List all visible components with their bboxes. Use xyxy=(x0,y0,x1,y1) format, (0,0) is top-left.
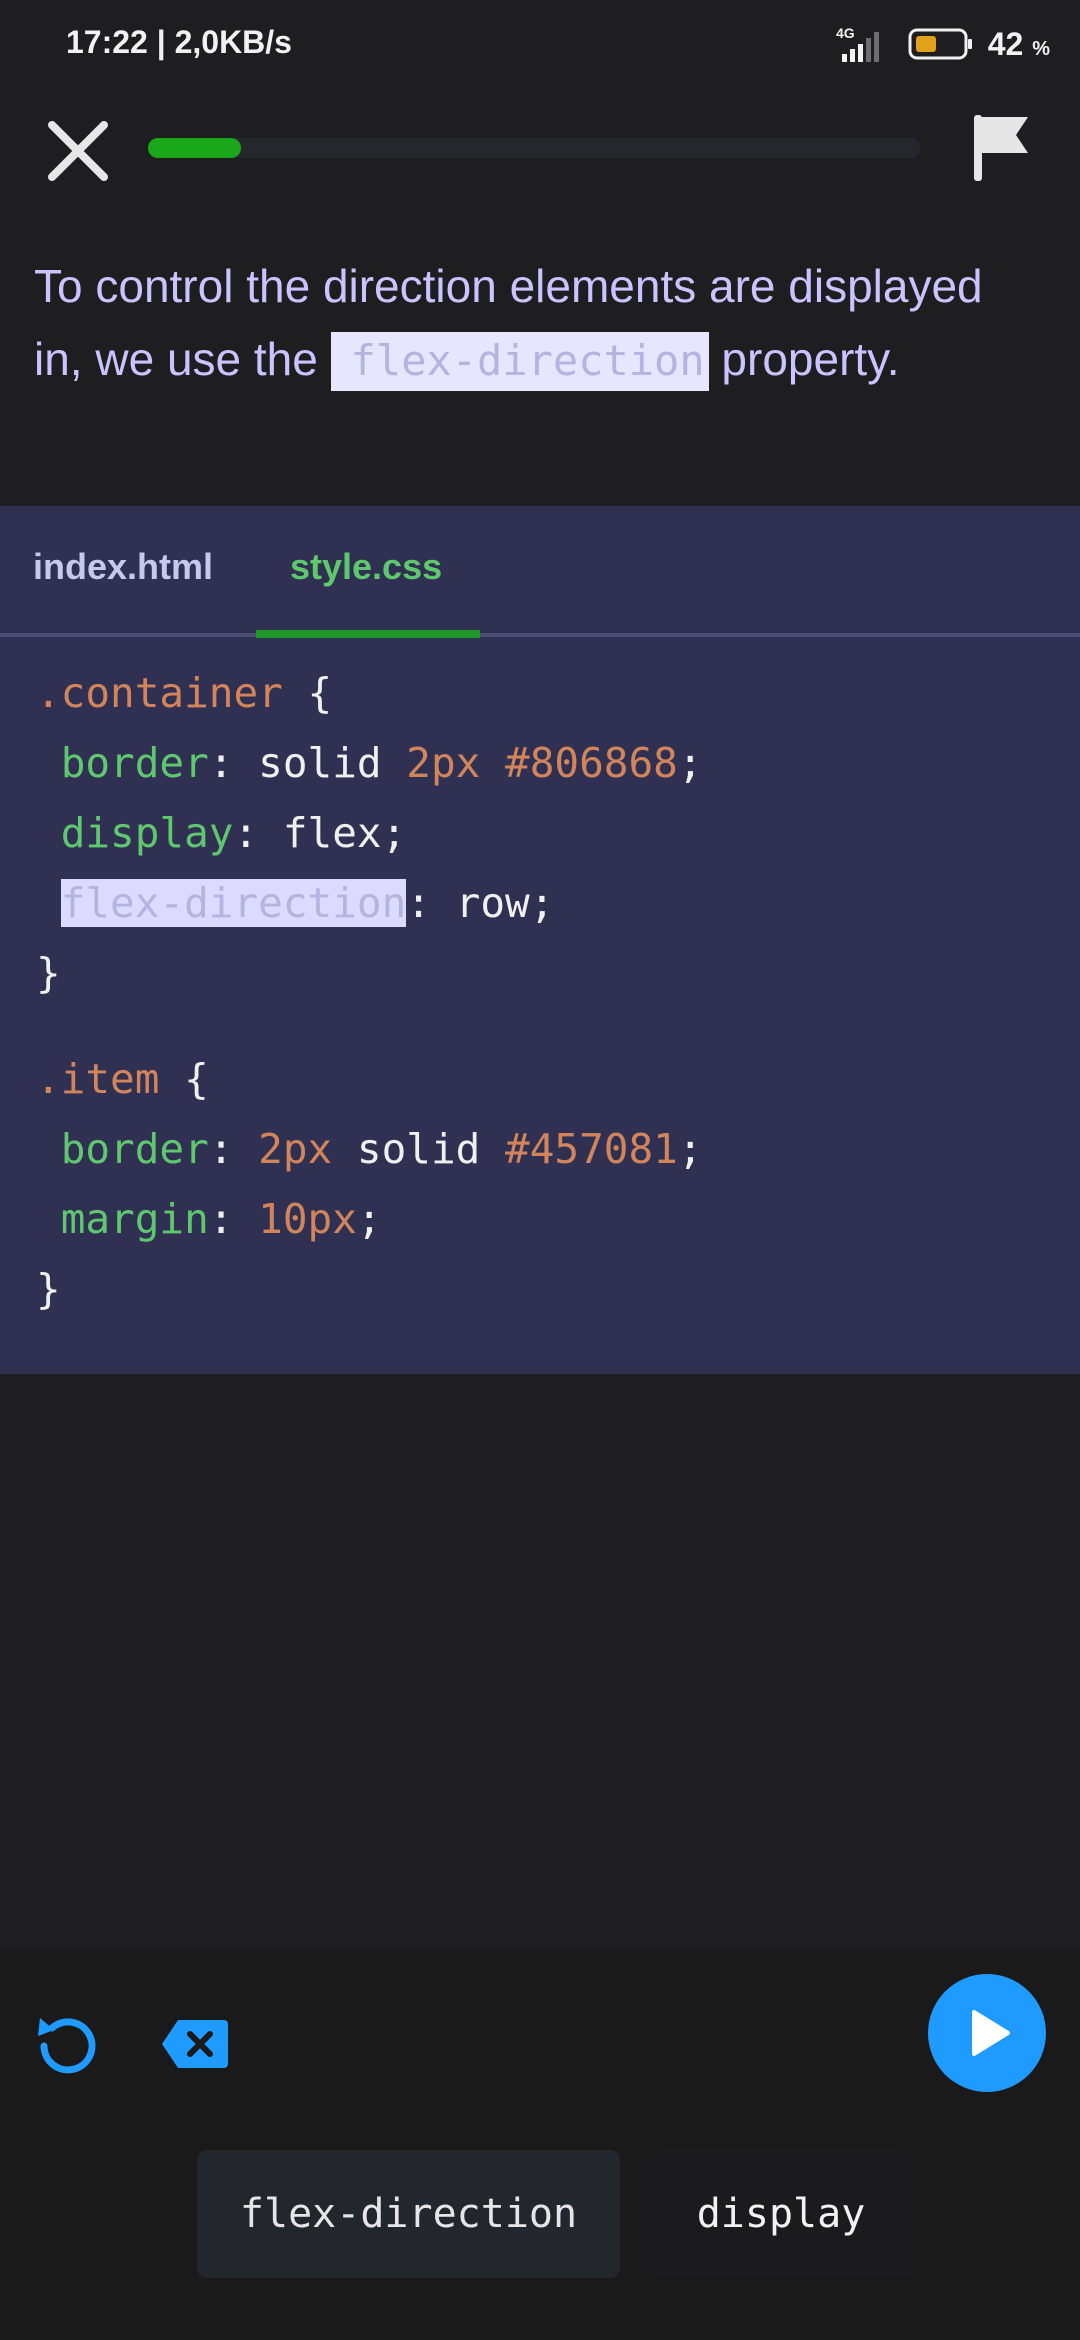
battery-percentage: 42 % xyxy=(987,25,1050,62)
code-blank-filled[interactable]: flex-direction xyxy=(60,879,407,927)
lesson-progress-fill xyxy=(148,138,241,158)
code-line: } xyxy=(36,1265,61,1313)
run-button[interactable] xyxy=(928,1974,1046,2092)
flag-icon[interactable] xyxy=(970,111,1034,183)
lesson-header xyxy=(0,75,1080,225)
code-editor: index.html style.css .container { border… xyxy=(0,506,1080,1374)
signal-icon: 4G xyxy=(836,25,879,62)
svg-text:4G: 4G xyxy=(836,25,855,41)
code-line: .container { xyxy=(36,669,333,717)
status-left: 17:22 | 2,0KB/s xyxy=(66,24,292,60)
code-line: .item { xyxy=(36,1055,209,1103)
code-line: display: flex; xyxy=(60,809,407,857)
code-line: border: 2px solid #457081; xyxy=(60,1125,703,1173)
status-right: 4G 42 % xyxy=(832,24,1050,64)
code-line: flex-direction: row; xyxy=(60,879,555,927)
answer-panel: flex-direction display xyxy=(0,1950,1080,2340)
code-line: margin: 10px; xyxy=(60,1195,382,1243)
instruction-code: flex-direction xyxy=(330,332,709,391)
reset-icon[interactable] xyxy=(30,2010,102,2082)
tab-index-html[interactable]: index.html xyxy=(33,546,213,588)
lesson-instruction: To control the direction elements are di… xyxy=(34,250,1034,397)
code-content: .container { border: solid 2px #806868; … xyxy=(36,658,703,1324)
tab-style-css[interactable]: style.css xyxy=(290,546,442,588)
battery-icon xyxy=(908,28,972,60)
status-network-speed: 2,0KB/s xyxy=(174,24,292,60)
status-time: 17:22 xyxy=(66,24,148,60)
file-tabs: index.html style.css xyxy=(0,506,1080,638)
code-line: } xyxy=(36,949,61,997)
close-icon[interactable] xyxy=(40,113,116,189)
status-bar: 17:22 | 2,0KB/s 4G 42 % xyxy=(0,0,1080,75)
instruction-text-after: property. xyxy=(708,333,900,385)
code-line: border: solid 2px #806868; xyxy=(60,739,703,787)
tabs-divider xyxy=(0,633,1080,637)
option-chip-flex-direction[interactable]: flex-direction xyxy=(197,2150,620,2278)
backspace-icon[interactable] xyxy=(160,2016,230,2072)
lesson-progress-bar xyxy=(148,138,920,158)
active-tab-indicator xyxy=(256,630,480,638)
option-chip-display[interactable]: display xyxy=(650,2150,912,2278)
play-icon xyxy=(972,2010,1010,2056)
